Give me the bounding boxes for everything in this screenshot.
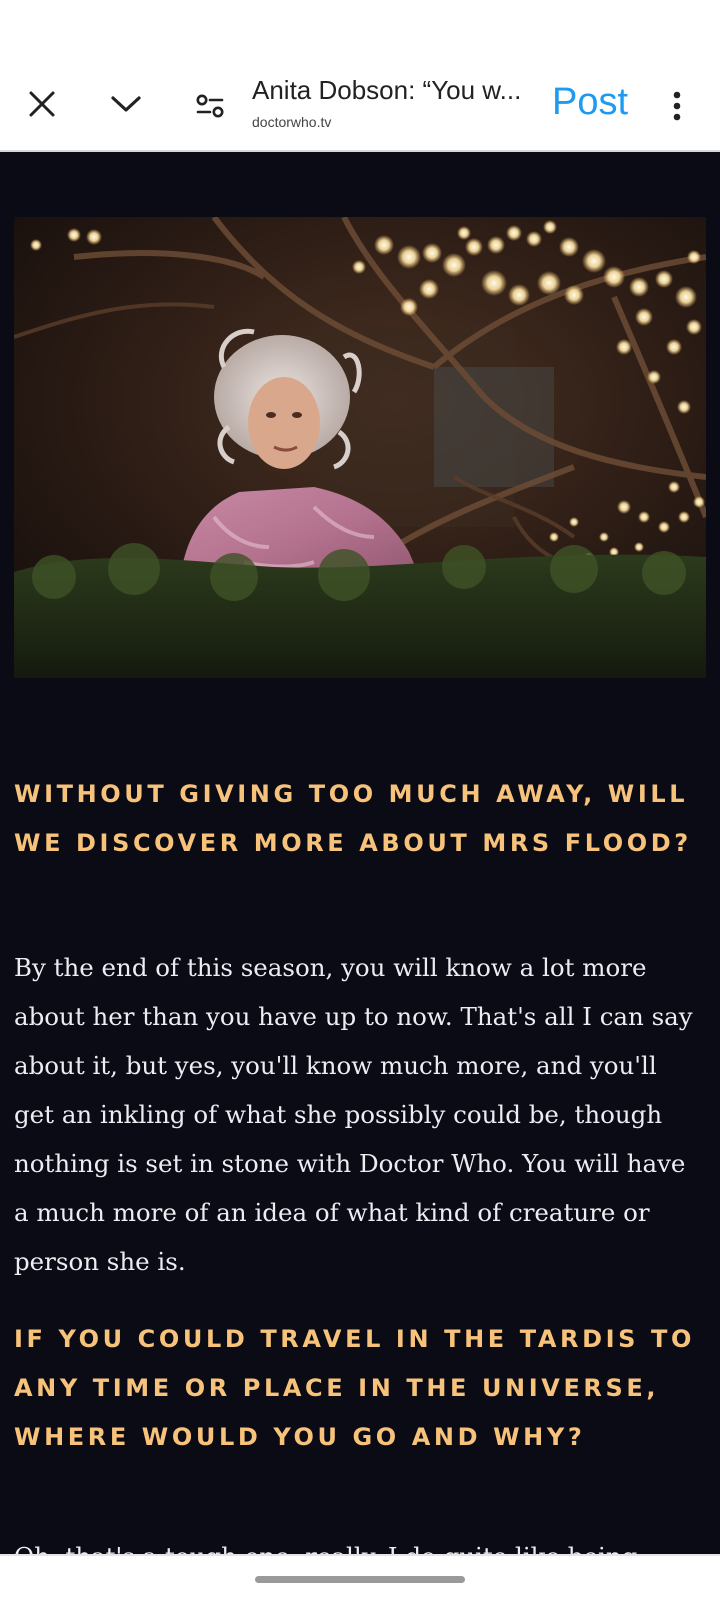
- chevron-down-icon: [111, 96, 141, 112]
- page-title: Anita Dobson: “You w...: [252, 75, 522, 105]
- tune-icon: [196, 94, 224, 118]
- more-options-button[interactable]: [662, 84, 692, 128]
- home-indicator[interactable]: [255, 1576, 465, 1583]
- section-heading-mrs-flood: WITHOUT GIVING TOO MUCH AWAY, WILL WE DI…: [14, 780, 692, 857]
- browser-toolbar: Anita Dobson: “You w... doctorwho.tv Pos…: [0, 60, 720, 152]
- close-button[interactable]: [22, 84, 62, 124]
- collapse-button[interactable]: [104, 84, 148, 124]
- navigation-bar: [0, 1554, 720, 1602]
- article-paragraph: By the end of this season, you will know…: [14, 953, 693, 1276]
- more-vert-icon: [673, 91, 681, 121]
- article-hero-image: [14, 217, 706, 678]
- status-bar: [0, 0, 720, 60]
- page-info[interactable]: Anita Dobson: “You w... doctorwho.tv: [252, 74, 534, 130]
- section-heading-tardis: IF YOU COULD TRAVEL IN THE TARDIS TO ANY…: [14, 1325, 695, 1451]
- page-url: doctorwho.tv: [252, 114, 332, 130]
- close-icon: [29, 91, 55, 117]
- post-button[interactable]: Post: [552, 78, 628, 126]
- site-settings-button[interactable]: [190, 86, 230, 126]
